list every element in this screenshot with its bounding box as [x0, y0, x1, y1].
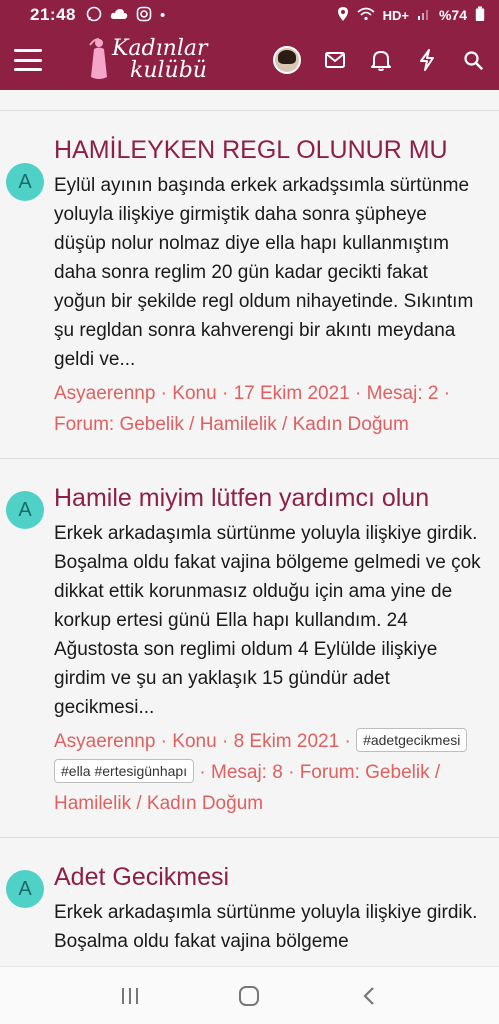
site-logo[interactable]: Kadınlar kulübü	[88, 37, 208, 83]
result-date: 17 Ekim 2021	[233, 383, 350, 404]
result-item[interactable]: A Hamile miyim lütfen yardımcı olun Erke…	[0, 459, 499, 838]
status-bar: 21:48 • HD+ %74	[0, 0, 499, 30]
status-time: 21:48	[30, 5, 76, 24]
whatsapp-icon	[86, 6, 102, 25]
result-snippet: Erkek arkadaşımla sürtünme yoluyla ilişk…	[54, 902, 478, 952]
logo-line-2: kulübü	[130, 58, 207, 83]
instagram-icon	[136, 6, 152, 25]
result-date: 8 Ekim 2021	[233, 731, 340, 752]
author-link[interactable]: Asyaerennp	[54, 731, 155, 752]
result-messages: Mesaj: 2	[366, 383, 439, 404]
logo-line-1: Kadınlar	[112, 36, 208, 61]
result-item[interactable]: A HAMİLEYKEN REGL OLUNUR MU Eylül ayının…	[0, 111, 499, 459]
back-icon[interactable]	[349, 976, 389, 1016]
forum-link[interactable]: Forum: Gebelik / Hamilelik / Kadın Doğum	[54, 414, 409, 435]
result-messages: Mesaj: 8	[211, 762, 283, 783]
tag-chip[interactable]: #adetgecikmesi	[356, 728, 468, 752]
cloud-icon	[110, 7, 128, 24]
result-title[interactable]: Hamile miyim lütfen yardımcı olun	[54, 481, 483, 515]
menu-icon[interactable]	[14, 49, 42, 71]
author-link[interactable]: Asyaerennp	[54, 383, 155, 404]
result-item[interactable]: A Adet Gecikmesi Erkek arkadaşımla sürtü…	[0, 838, 499, 966]
result-title[interactable]: Adet Gecikmesi	[54, 860, 483, 894]
search-icon[interactable]	[461, 48, 485, 72]
result-type: Konu	[172, 731, 217, 752]
lightning-icon[interactable]	[415, 48, 439, 72]
author-avatar[interactable]: A	[6, 870, 44, 908]
location-icon	[337, 6, 349, 25]
mail-icon[interactable]	[323, 48, 347, 72]
wifi-icon	[357, 7, 375, 24]
author-avatar[interactable]: A	[6, 491, 44, 529]
bell-icon[interactable]	[369, 48, 393, 72]
network-label: HD+	[382, 7, 409, 23]
result-title[interactable]: HAMİLEYKEN REGL OLUNUR MU	[54, 133, 483, 167]
battery-label: %74	[438, 7, 467, 23]
dot-icon: •	[159, 6, 166, 24]
battery-icon	[475, 6, 485, 25]
result-snippet: Eylül ayının başında erkek arkadşsımla s…	[54, 175, 474, 370]
home-icon[interactable]	[229, 976, 269, 1016]
user-avatar[interactable]	[273, 46, 301, 74]
result-meta: Asyaerennp · Konu · 8 Ekim 2021 · #adetg…	[54, 726, 483, 819]
signal-icon	[417, 7, 431, 24]
tag-chip[interactable]: #ella #ertesigünhapı	[54, 759, 195, 783]
system-nav-bar	[0, 966, 499, 1024]
result-snippet: Erkek arkadaşımla sürtünme yoluyla ilişk…	[54, 523, 481, 718]
recents-icon[interactable]	[110, 976, 150, 1016]
search-results: A HAMİLEYKEN REGL OLUNUR MU Eylül ayının…	[0, 90, 499, 966]
app-bar: Kadınlar kulübü	[0, 30, 499, 90]
result-type: Konu	[172, 383, 217, 404]
logo-figure-icon	[89, 38, 107, 79]
author-avatar[interactable]: A	[6, 163, 44, 201]
result-meta: Asyaerennp · Konu · 17 Ekim 2021 · Mesaj…	[54, 383, 451, 435]
